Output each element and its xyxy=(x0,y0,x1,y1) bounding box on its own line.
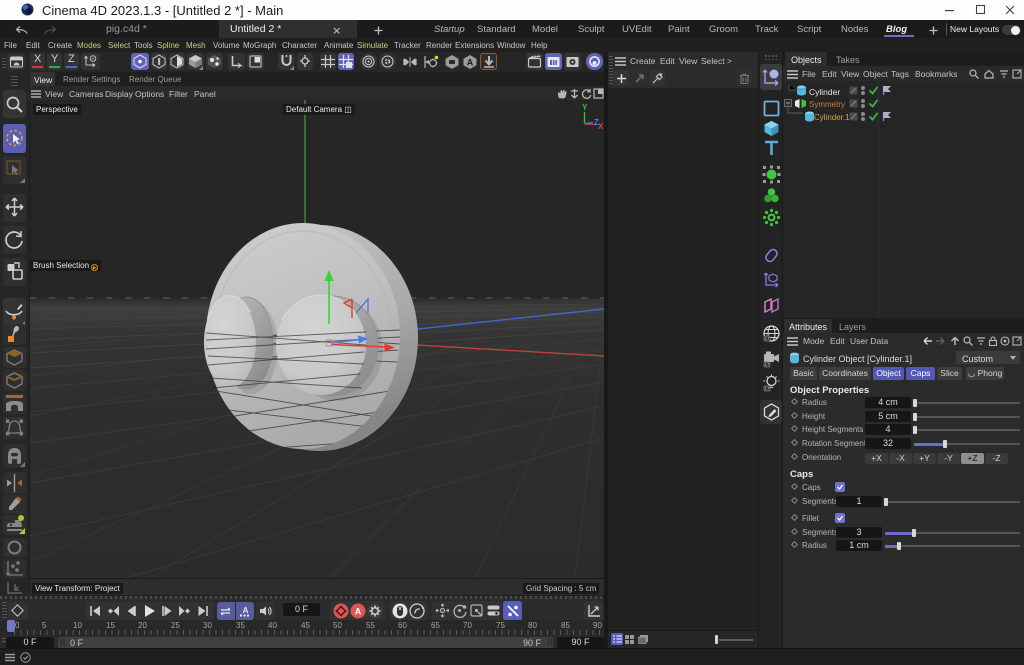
svg-text:A: A xyxy=(467,58,474,68)
svg-text:17: 17 xyxy=(764,336,770,341)
svg-text:A: A xyxy=(355,607,362,617)
svg-text:17: 17 xyxy=(764,386,770,391)
svg-text:A: A xyxy=(243,606,249,615)
svg-text:Y: Y xyxy=(582,103,588,112)
svg-text:17: 17 xyxy=(764,362,770,367)
